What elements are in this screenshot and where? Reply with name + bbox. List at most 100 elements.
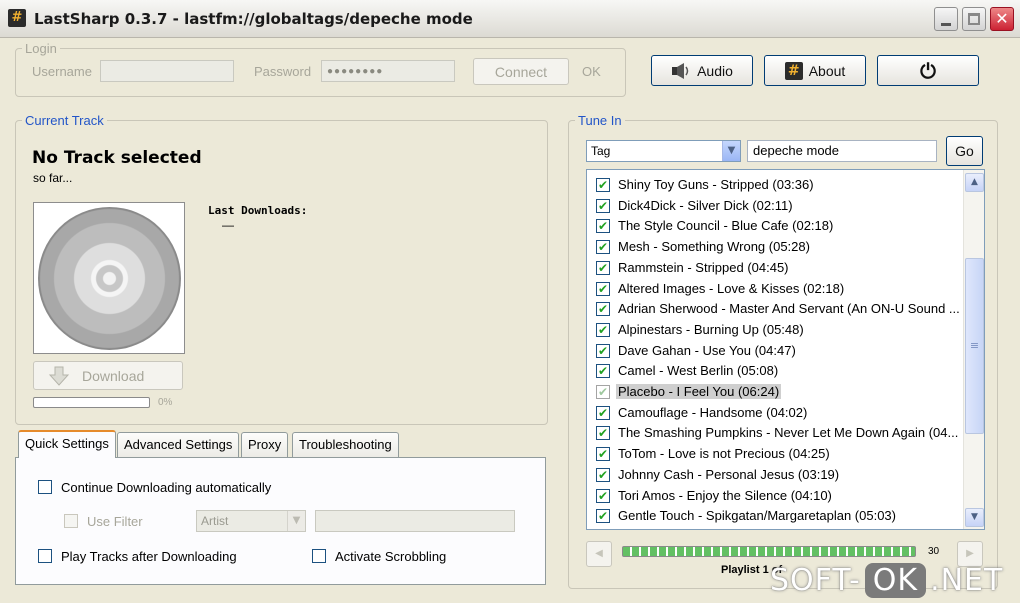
playlist-item[interactable]: ✔ Placebo - I Feel You (06:24): [587, 381, 963, 402]
playlist-item-checkbox[interactable]: ✔: [596, 281, 610, 296]
app-logo-icon: #: [8, 9, 26, 27]
last-downloads-label: Last Downloads:: [208, 204, 308, 217]
playlist-item-checkbox[interactable]: ✔: [596, 343, 610, 358]
current-track-legend: Current Track: [25, 113, 104, 128]
password-field[interactable]: ●●●●●●●●: [321, 60, 455, 82]
playlist-item[interactable]: ✔ The Smashing Pumpkins - Never Let Me Do…: [587, 422, 963, 443]
playlist-item-checkbox[interactable]: ✔: [596, 240, 610, 255]
play-tracks-checkbox[interactable]: [38, 549, 52, 563]
watermark-mid: OK: [864, 562, 927, 598]
tab-proxy[interactable]: Proxy: [241, 432, 289, 457]
playlist-item-checkbox[interactable]: ✔: [596, 488, 610, 503]
title-bar[interactable]: # LastSharp 0.3.7 - lastfm://globaltags/…: [0, 0, 1020, 38]
username-field[interactable]: [100, 60, 234, 82]
scroll-down-button[interactable]: ▼: [965, 508, 984, 527]
play-tracks-label: Play Tracks after Downloading: [61, 549, 237, 564]
scroll-thumb[interactable]: ≡: [965, 258, 984, 434]
tab-label: Quick Settings: [25, 436, 109, 451]
filter-type-select[interactable]: Artist ▼: [196, 510, 306, 532]
speaker-icon: [672, 62, 689, 79]
tab-troubleshooting[interactable]: Troubleshooting: [292, 432, 399, 457]
playlist-scrollbar[interactable]: ▲ ≡ ▼: [963, 170, 984, 529]
about-button[interactable]: # About: [764, 55, 866, 86]
playlist-item-label: Altered Images - Love & Kisses (02:18): [618, 280, 845, 296]
playlist-item-label: Shiny Toy Guns - Stripped (03:36): [618, 177, 814, 192]
download-button[interactable]: Download: [33, 361, 183, 390]
minimize-icon: [941, 23, 951, 26]
power-icon: ⏻: [920, 58, 936, 83]
track-title: No Track selected: [32, 148, 202, 168]
playlist-item-checkbox[interactable]: ✔: [596, 426, 610, 441]
playlist-item[interactable]: ✔ Gentle Touch - Spikgatan/Margaretaplan …: [587, 505, 963, 526]
playlist-item-label: Camel - West Berlin (05:08): [618, 363, 779, 379]
playlist-item-checkbox[interactable]: ✔: [596, 447, 610, 462]
playlist-item[interactable]: ✔ ToTom - Love is not Precious (04:25): [587, 443, 963, 464]
filter-text-field[interactable]: [315, 510, 515, 532]
continue-downloading-checkbox[interactable]: [38, 480, 52, 494]
playlist-item[interactable]: ✔ Mesh - Something Wrong (05:28): [587, 236, 963, 257]
go-button[interactable]: Go: [946, 136, 983, 166]
minimize-button[interactable]: [934, 7, 958, 31]
connect-button[interactable]: Connect: [473, 58, 569, 85]
audio-button[interactable]: Audio: [651, 55, 753, 86]
playlist-item[interactable]: ✔ Camouflage - Handsome (04:02): [587, 402, 963, 423]
playlist-item[interactable]: ✔ Altered Images - Love & Kisses (02:18): [587, 278, 963, 299]
username-label: Username: [32, 64, 92, 79]
go-label: Go: [955, 143, 974, 159]
playlist-item[interactable]: ✔ The Style Council - Blue Cafe (02:18): [587, 215, 963, 236]
playlist-item[interactable]: ✔ Alpinestars - Burning Up (05:48): [587, 319, 963, 340]
playlist-item-checkbox[interactable]: ✔: [596, 405, 610, 420]
playlist-item-label: Dave Gahan - Use You (04:47): [618, 342, 796, 358]
playlist-item-checkbox[interactable]: ✔: [596, 178, 610, 192]
cd-disc-icon: [38, 207, 181, 350]
tab-advanced-settings[interactable]: Advanced Settings: [117, 432, 240, 457]
playlist-item-label: Gentle Touch - Spikgatan/Margaretaplan (…: [618, 508, 896, 524]
playlist-item-checkbox[interactable]: ✔: [596, 198, 610, 213]
playlist-item[interactable]: ✔ Dick4Dick - Silver Dick (02:11): [587, 195, 963, 216]
tune-in-query-input[interactable]: depeche mode: [747, 140, 937, 162]
use-filter-checkbox[interactable]: [64, 514, 78, 528]
playlist-progress-bar: [622, 546, 916, 557]
playlist-item-checkbox[interactable]: ✔: [596, 322, 610, 337]
use-filter-label: Use Filter: [87, 514, 143, 529]
login-status: OK: [582, 64, 601, 79]
playlist-item[interactable]: ✔ Rammstein - Stripped (04:45): [587, 257, 963, 278]
playlist-item[interactable]: ✔ Shiny Toy Guns - Stripped (03:36): [587, 174, 963, 195]
playlist-item[interactable]: ✔ Tori Amos - Enjoy the Silence (04:10): [587, 485, 963, 506]
activate-scrobbling-checkbox[interactable]: [312, 549, 326, 563]
playlist-item-checkbox[interactable]: ✔: [596, 467, 610, 482]
playlist-item-label: Mesh - Something Wrong (05:28): [618, 239, 810, 255]
playlist-item[interactable]: ✔ Dave Gahan - Use You (04:47): [587, 340, 963, 361]
previous-button[interactable]: ◀: [586, 541, 612, 567]
playlist-item[interactable]: ✔ Camel - West Berlin (05:08): [587, 360, 963, 381]
download-progress-text: 0%: [158, 397, 173, 408]
playlist-item-checkbox[interactable]: ✔: [596, 260, 610, 275]
download-label: Download: [82, 367, 145, 384]
playlist-item-checkbox[interactable]: ✔: [596, 219, 610, 234]
download-progress-bar: [33, 397, 150, 408]
playlist-item-checkbox[interactable]: ✔: [596, 364, 610, 379]
playlist-item[interactable]: ✔ Johnny Cash - Personal Jesus (03:19): [587, 464, 963, 485]
continue-downloading-label: Continue Downloading automatically: [61, 480, 272, 495]
tune-in-legend: Tune In: [578, 113, 622, 128]
playlist-item-label: Adrian Sherwood - Master And Servant (An…: [618, 301, 960, 317]
power-button[interactable]: ⏻: [877, 55, 979, 86]
close-button[interactable]: ✕: [990, 7, 1014, 31]
chevron-down-icon: ▼: [722, 141, 740, 161]
tab-label: Troubleshooting: [299, 437, 392, 452]
playlist-item-checkbox[interactable]: ✔: [596, 509, 610, 524]
playlist-item[interactable]: ✔ Adrian Sherwood - Master And Servant (A…: [587, 298, 963, 319]
activate-scrobbling-label: Activate Scrobbling: [335, 549, 447, 564]
tab-quick-settings[interactable]: Quick Settings: [18, 430, 116, 458]
playlist-item-checkbox[interactable]: ✔: [596, 385, 610, 399]
maximize-button[interactable]: [962, 7, 986, 31]
playlist-item-label: The Style Council - Blue Cafe (02:18): [618, 218, 834, 234]
playlist-item-label: ToTom - Love is not Precious (04:25): [618, 446, 830, 462]
about-label: About: [808, 62, 846, 79]
playlist-item-checkbox[interactable]: ✔: [596, 302, 610, 317]
scroll-up-button[interactable]: ▲: [965, 173, 984, 192]
playlist-list[interactable]: ✔ Shiny Toy Guns - Stripped (03:36) ✔ Dick4…: [586, 169, 985, 530]
watermark-right: .NET: [930, 562, 1004, 598]
tune-in-type-select[interactable]: Tag ▼: [586, 140, 741, 162]
playlist-item-label: Placebo - I Feel You (06:24): [616, 384, 782, 399]
